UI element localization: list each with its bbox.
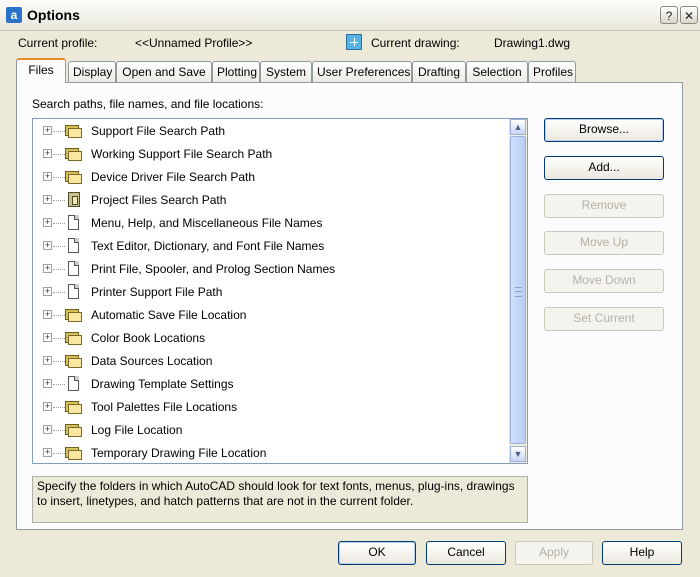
- tree-item-label: Text Editor, Dictionary, and Font File N…: [91, 239, 325, 253]
- tree-item[interactable]: + Text Editor, Dictionary, and Font File…: [33, 236, 508, 258]
- file-locations-tree[interactable]: + Support File Search Path + Working Sup…: [32, 118, 528, 464]
- tree-item-label: Color Book Locations: [91, 331, 206, 345]
- expand-plus-icon[interactable]: +: [43, 172, 52, 181]
- grip-icon: [515, 287, 522, 297]
- current-profile-label: Current profile:: [18, 36, 98, 50]
- scroll-up-icon[interactable]: ▲: [510, 119, 526, 135]
- expand-plus-icon[interactable]: +: [43, 149, 52, 158]
- expand-plus-icon[interactable]: +: [43, 264, 52, 273]
- scroll-thumb[interactable]: [510, 136, 526, 444]
- tree-item-label: Working Support File Search Path: [91, 147, 273, 161]
- document-icon: [65, 284, 83, 300]
- document-icon: [65, 215, 83, 231]
- tree-item[interactable]: + Printer Support File Path: [33, 282, 508, 304]
- move-down-button[interactable]: Move Down: [544, 269, 664, 293]
- folder-icon: [65, 330, 83, 346]
- search-paths-label: Search paths, file names, and file locat…: [32, 97, 264, 111]
- tree-item[interactable]: + Data Sources Location: [33, 351, 508, 373]
- tree-item-label: Menu, Help, and Miscellaneous File Names: [91, 216, 323, 230]
- tab-open-and-save[interactable]: Open and Save: [116, 61, 212, 82]
- tree-item-label: Data Sources Location: [91, 354, 213, 368]
- tree-item[interactable]: + Menu, Help, and Miscellaneous File Nam…: [33, 213, 508, 235]
- folder-icon: [65, 169, 83, 185]
- expand-plus-icon[interactable]: +: [43, 379, 52, 388]
- expand-plus-icon[interactable]: +: [43, 310, 52, 319]
- tree-item-label: Printer Support File Path: [91, 285, 223, 299]
- close-button[interactable]: ✕: [680, 6, 698, 24]
- tree-item[interactable]: + Print File, Spooler, and Prolog Sectio…: [33, 259, 508, 281]
- tree-item-label: Drawing Template Settings: [91, 377, 234, 391]
- tree-item[interactable]: + Color Book Locations: [33, 328, 508, 350]
- remove-button[interactable]: Remove: [544, 194, 664, 218]
- ok-button[interactable]: OK: [338, 541, 416, 565]
- expand-plus-icon[interactable]: +: [43, 195, 52, 204]
- tab-user-preferences[interactable]: User Preferences: [312, 61, 412, 82]
- document-icon: [65, 376, 83, 392]
- tree-item-label: Support File Search Path: [91, 124, 226, 138]
- folder-icon: [65, 146, 83, 162]
- description-box: Specify the folders in which AutoCAD sho…: [32, 476, 528, 523]
- help-button[interactable]: Help: [602, 541, 682, 565]
- autocad-app-icon: a: [6, 7, 22, 23]
- tab-system[interactable]: System: [260, 61, 312, 82]
- tree-item-label: Tool Palettes File Locations: [91, 400, 238, 414]
- tab-plotting[interactable]: Plotting: [212, 61, 260, 82]
- files-panel: Search paths, file names, and file locat…: [16, 82, 683, 530]
- scroll-down-icon[interactable]: ▼: [510, 446, 526, 462]
- tree-item[interactable]: + Automatic Save File Location: [33, 305, 508, 327]
- tree-item-label: Print File, Spooler, and Prolog Section …: [91, 262, 336, 276]
- tree-item[interactable]: + Support File Search Path: [33, 121, 508, 143]
- tree-item-label: Temporary Drawing File Location: [91, 446, 267, 460]
- folder-icon: [65, 399, 83, 415]
- project-icon: [65, 192, 83, 208]
- current-drawing-label: Current drawing:: [371, 36, 460, 50]
- tree-item-label: Device Driver File Search Path: [91, 170, 256, 184]
- folder-icon: [65, 422, 83, 438]
- title-bar[interactable]: a Options ? ✕: [0, 0, 700, 31]
- vertical-scrollbar[interactable]: ▲ ▼: [509, 119, 527, 463]
- cancel-button[interactable]: Cancel: [426, 541, 506, 565]
- apply-button[interactable]: Apply: [515, 541, 593, 565]
- drawing-icon: [346, 34, 362, 50]
- folder-icon: [65, 307, 83, 323]
- move-up-button[interactable]: Move Up: [544, 231, 664, 255]
- tree-item-label: Project Files Search Path: [91, 193, 227, 207]
- tree-item[interactable]: + Tool Palettes File Locations: [33, 397, 508, 419]
- tab-files[interactable]: Files: [16, 58, 66, 83]
- expand-plus-icon[interactable]: +: [43, 333, 52, 342]
- expand-plus-icon[interactable]: +: [43, 126, 52, 135]
- help-title-button[interactable]: ?: [660, 6, 678, 24]
- expand-plus-icon[interactable]: +: [43, 218, 52, 227]
- document-icon: [65, 238, 83, 254]
- tree-item[interactable]: + Project Files Search Path: [33, 190, 508, 212]
- tab-profiles[interactable]: Profiles: [528, 61, 576, 82]
- document-icon: [65, 261, 83, 277]
- tree-item[interactable]: + Temporary Drawing File Location: [33, 443, 508, 463]
- tree-item[interactable]: + Device Driver File Search Path: [33, 167, 508, 189]
- tree-item-label: Log File Location: [91, 423, 183, 437]
- folder-icon: [65, 445, 83, 461]
- window-title: Options: [27, 7, 80, 23]
- tab-display[interactable]: Display: [68, 61, 116, 82]
- tab-drafting[interactable]: Drafting: [412, 61, 466, 82]
- expand-plus-icon[interactable]: +: [43, 356, 52, 365]
- current-drawing-value: Drawing1.dwg: [494, 36, 571, 50]
- tree-item[interactable]: + Drawing Template Settings: [33, 374, 508, 396]
- folder-icon: [65, 353, 83, 369]
- tree-item-label: Automatic Save File Location: [91, 308, 247, 322]
- tree-item[interactable]: + Log File Location: [33, 420, 508, 442]
- browse-button[interactable]: Browse...: [544, 118, 664, 142]
- set-current-button[interactable]: Set Current: [544, 307, 664, 331]
- add-button[interactable]: Add...: [544, 156, 664, 180]
- expand-plus-icon[interactable]: +: [43, 241, 52, 250]
- tab-selection[interactable]: Selection: [466, 61, 528, 82]
- expand-plus-icon[interactable]: +: [43, 402, 52, 411]
- current-profile-value: <<Unnamed Profile>>: [135, 36, 253, 50]
- expand-plus-icon[interactable]: +: [43, 425, 52, 434]
- tree-item[interactable]: + Working Support File Search Path: [33, 144, 508, 166]
- expand-plus-icon[interactable]: +: [43, 287, 52, 296]
- expand-plus-icon[interactable]: +: [43, 448, 52, 457]
- folder-icon: [65, 123, 83, 139]
